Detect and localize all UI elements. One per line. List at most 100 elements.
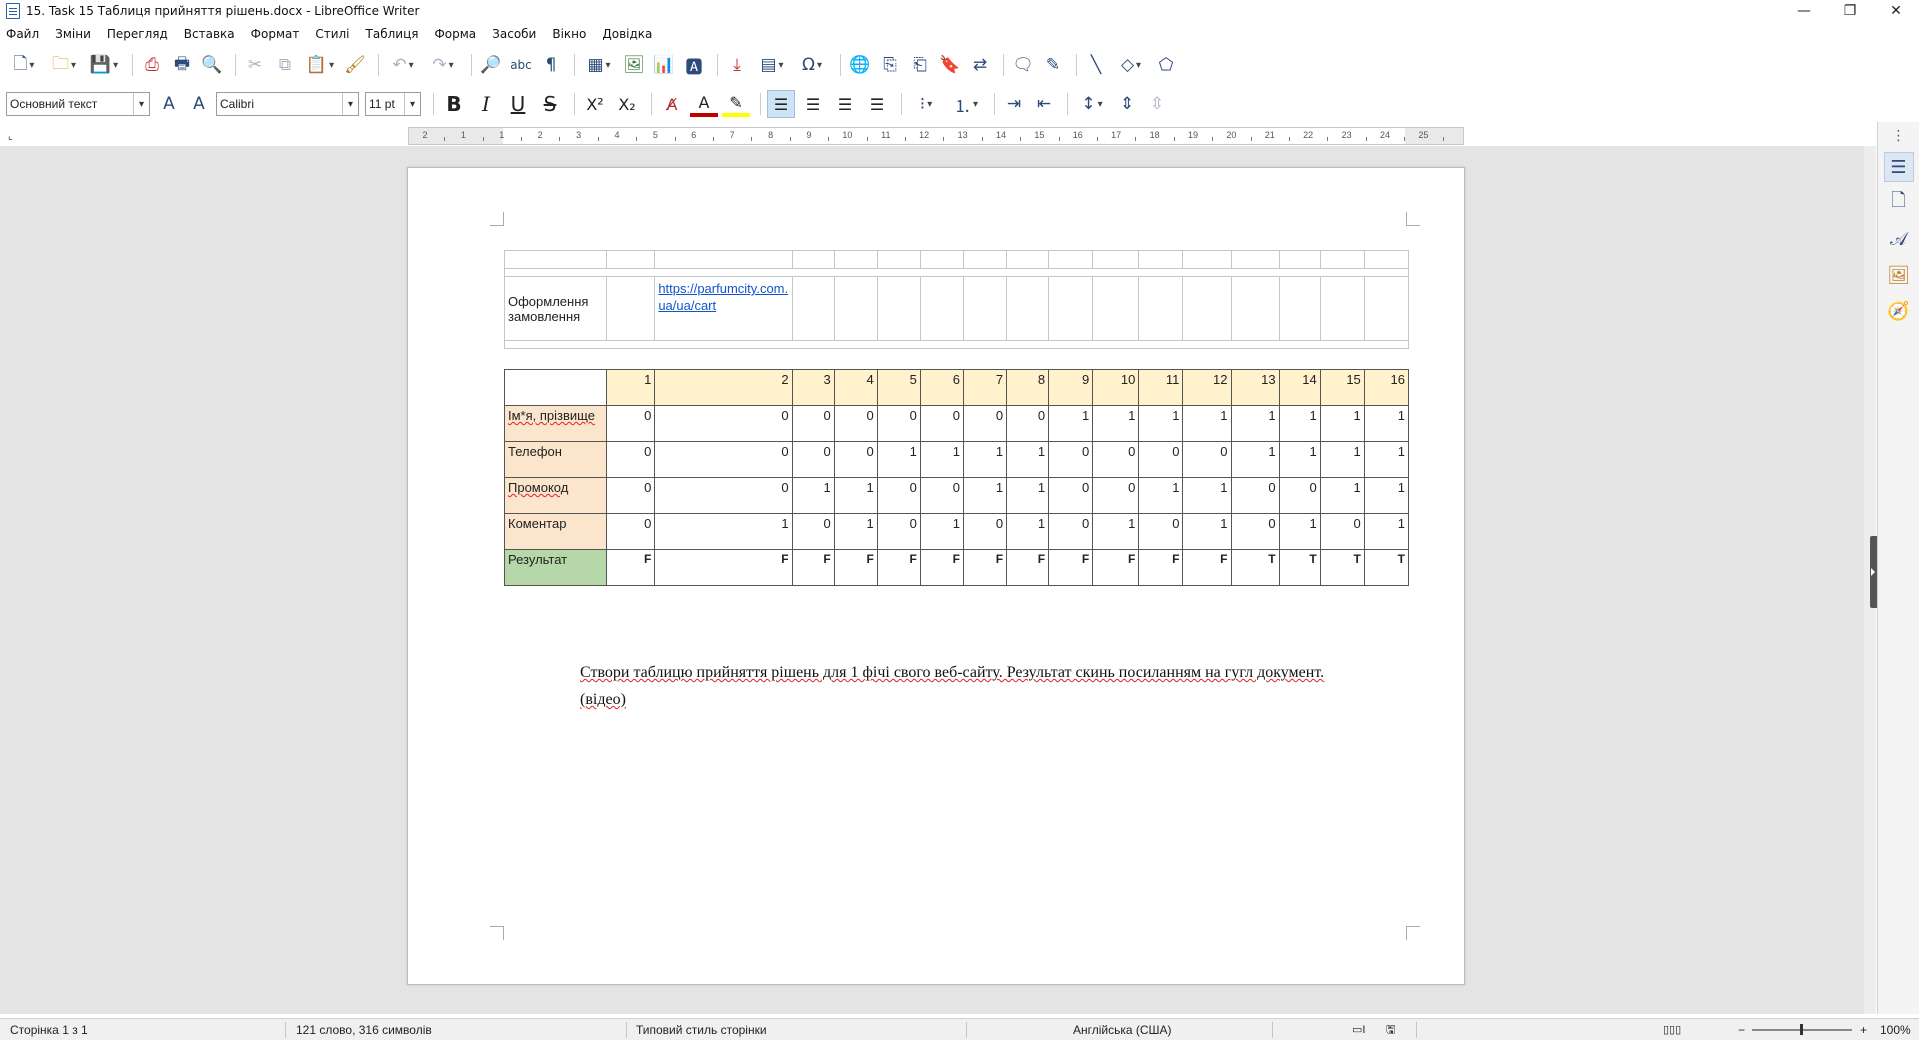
table-cell[interactable]	[1319, 250, 1365, 269]
condition-value-cell[interactable]: 0	[606, 441, 656, 478]
track-changes-icon[interactable]: ✎	[1040, 52, 1066, 78]
condition-value-cell[interactable]: 0	[876, 405, 921, 442]
table-cell[interactable]	[1363, 250, 1410, 269]
condition-value-cell[interactable]: 1	[1363, 405, 1410, 442]
table-cell[interactable]	[1138, 276, 1184, 341]
condition-value-cell[interactable]: 1	[1230, 405, 1280, 442]
insert-line-icon[interactable]: ╲	[1083, 52, 1109, 78]
result-value-cell[interactable]: T	[1363, 549, 1410, 586]
table-cell[interactable]	[503, 250, 608, 269]
word-count-status[interactable]: 121 слово, 316 символів	[288, 1019, 432, 1040]
condition-value-cell[interactable]: 0	[962, 513, 1008, 550]
export-pdf-icon[interactable]: ⎙	[139, 52, 165, 78]
condition-value-cell[interactable]: 1	[1278, 441, 1321, 478]
find-replace-icon[interactable]: 🔎	[478, 52, 504, 78]
feature-table[interactable]: Оформлення замовлення https://parfumcity…	[503, 250, 1410, 349]
result-value-cell[interactable]: F	[1048, 549, 1094, 586]
condition-value-cell[interactable]: 1	[876, 441, 921, 478]
condition-value-cell[interactable]: 1	[962, 477, 1008, 514]
rule-number-cell[interactable]: 15	[1319, 369, 1365, 406]
menu-edit[interactable]: Зміни	[55, 27, 91, 41]
feature-link[interactable]: https://parfumcity.com.ua/ua/cart	[658, 281, 788, 313]
clone-formatting-icon[interactable]: 🖌	[342, 52, 368, 78]
rule-number-cell[interactable]: 5	[876, 369, 921, 406]
increase-indent-icon[interactable]: ⇥	[1001, 91, 1027, 117]
condition-value-cell[interactable]: 1	[1092, 513, 1140, 550]
ordered-list-icon[interactable]: ⒈	[948, 91, 984, 117]
draw-functions-icon[interactable]: ⬠	[1153, 52, 1179, 78]
menu-view[interactable]: Перегляд	[107, 27, 168, 41]
condition-value-cell[interactable]: 1	[962, 441, 1008, 478]
table-cell[interactable]	[919, 250, 964, 269]
condition-value-cell[interactable]: 0	[1319, 513, 1365, 550]
result-value-cell[interactable]: F	[606, 549, 656, 586]
condition-value-cell[interactable]: 0	[1278, 477, 1321, 514]
insert-chart-icon[interactable]: 📊	[651, 52, 677, 78]
menu-form[interactable]: Форма	[434, 27, 476, 41]
table-cell[interactable]	[919, 276, 964, 341]
print-preview-icon[interactable]: 🔍	[199, 52, 225, 78]
condition-value-cell[interactable]: 1	[919, 441, 964, 478]
rule-number-cell[interactable]: 1	[606, 369, 656, 406]
condition-value-cell[interactable]: 1	[833, 513, 878, 550]
result-value-cell[interactable]: F	[1182, 549, 1232, 586]
endnote-icon[interactable]: ⎗	[907, 52, 933, 78]
table-cell[interactable]	[1182, 276, 1232, 341]
sidebar-collapse-handle[interactable]	[1870, 536, 1877, 608]
redo-icon[interactable]: ↷	[425, 52, 461, 78]
condition-value-cell[interactable]: 0	[1230, 513, 1280, 550]
condition-label-cell[interactable]: Коментар	[503, 513, 608, 550]
table-cell[interactable]	[654, 250, 793, 269]
table-cell[interactable]	[1230, 250, 1280, 269]
condition-value-cell[interactable]: 1	[654, 513, 793, 550]
footnote-icon[interactable]: ⎘	[877, 52, 903, 78]
condition-value-cell[interactable]: 0	[1048, 477, 1094, 514]
condition-value-cell[interactable]: 1	[919, 513, 964, 550]
view-layout-icon[interactable]: ▯▯▯	[1655, 1019, 1681, 1040]
special-character-icon[interactable]: Ω	[794, 52, 830, 78]
result-label-cell[interactable]: Результат	[503, 549, 608, 586]
condition-value-cell[interactable]: 0	[919, 477, 964, 514]
menu-table[interactable]: Таблиця	[366, 27, 419, 41]
video-link[interactable]: (відео)	[580, 691, 626, 708]
clear-formatting-icon[interactable]: A̸	[658, 90, 686, 118]
table-cell[interactable]	[503, 369, 608, 406]
language-status[interactable]: Англійська (США)	[1065, 1019, 1172, 1040]
bold-icon[interactable]: B	[440, 90, 468, 118]
condition-value-cell[interactable]: 0	[606, 513, 656, 550]
condition-value-cell[interactable]: 0	[919, 405, 964, 442]
menu-tools[interactable]: Засоби	[492, 27, 536, 41]
cut-icon[interactable]: ✂	[242, 52, 268, 78]
condition-value-cell[interactable]: 1	[1006, 441, 1050, 478]
condition-value-cell[interactable]: 0	[876, 513, 921, 550]
table-cell[interactable]	[1363, 276, 1410, 341]
unordered-list-icon[interactable]: ⁝	[908, 91, 944, 117]
menu-insert[interactable]: Вставка	[184, 27, 235, 41]
basic-shapes-icon[interactable]: ◇	[1113, 52, 1149, 78]
table-cell[interactable]	[791, 276, 835, 341]
condition-value-cell[interactable]: 0	[1092, 477, 1140, 514]
condition-value-cell[interactable]: 1	[1319, 405, 1365, 442]
font-color-icon[interactable]: A	[690, 91, 718, 117]
rule-number-cell[interactable]: 4	[833, 369, 878, 406]
zoom-slider-handle[interactable]	[1800, 1024, 1803, 1035]
insert-page-break-icon[interactable]: ⤓	[724, 52, 750, 78]
table-cell[interactable]	[1319, 276, 1365, 341]
condition-value-cell[interactable]: 1	[1363, 441, 1410, 478]
zoom-level[interactable]: 100%	[1872, 1019, 1911, 1040]
insert-mode-icon[interactable]: ▭I	[1344, 1019, 1365, 1040]
result-value-cell[interactable]: F	[962, 549, 1008, 586]
rule-number-cell[interactable]: 8	[1006, 369, 1050, 406]
table-cell[interactable]	[876, 276, 921, 341]
insert-image-icon[interactable]: 🖼	[621, 52, 647, 78]
table-cell[interactable]	[1092, 276, 1140, 341]
table-cell[interactable]	[606, 250, 656, 269]
condition-value-cell[interactable]: 0	[606, 405, 656, 442]
condition-value-cell[interactable]: 0	[833, 441, 878, 478]
chevron-down-icon[interactable]: ▾	[342, 93, 358, 115]
table-cell[interactable]	[504, 268, 1409, 277]
hyperlink-icon[interactable]: 🌐	[847, 52, 873, 78]
condition-value-cell[interactable]: 0	[1048, 441, 1094, 478]
table-cell[interactable]	[504, 340, 1409, 349]
condition-value-cell[interactable]: 1	[1230, 441, 1280, 478]
